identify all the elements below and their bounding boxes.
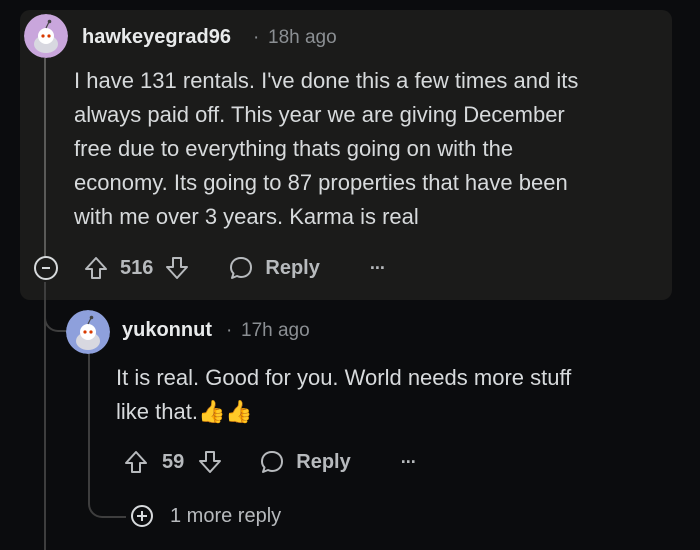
- comment-line: always paid off. This year we are giving…: [74, 102, 565, 127]
- comment-line: I have 131 rentals. I've done this a few…: [74, 68, 579, 93]
- reply-body: It is real. Good for you. World needs mo…: [116, 361, 571, 429]
- thread-line-main[interactable]: [44, 58, 46, 258]
- more-options-button[interactable]: ···: [370, 258, 386, 279]
- comment-line: like that.: [116, 399, 198, 424]
- comment-line: economy. Its going to 87 properties that…: [74, 170, 568, 195]
- speech-bubble-icon: [230, 257, 253, 279]
- downvote-icon[interactable]: [196, 448, 224, 476]
- snoo-avatar-icon: [24, 14, 68, 58]
- separator: ·: [226, 320, 233, 341]
- more-replies-label: 1 more reply: [170, 504, 282, 527]
- reply-label: Reply: [296, 450, 351, 473]
- comment-line-with-emoji: like that.👍👍: [116, 395, 571, 429]
- timestamp[interactable]: 18h ago: [268, 27, 337, 49]
- reply-label: Reply: [265, 256, 320, 279]
- vote-score: 59: [162, 450, 185, 473]
- upvote-icon[interactable]: [122, 448, 150, 476]
- thread-branch-more: [88, 488, 126, 518]
- comment-line: free due to everything thats going on wi…: [74, 136, 514, 161]
- comment-line: with me over 3 years. Karma is real: [74, 204, 419, 229]
- plus-circle-icon: [131, 505, 153, 527]
- avatar[interactable]: [66, 310, 110, 354]
- speech-bubble-icon: [261, 451, 284, 473]
- avatar[interactable]: [24, 14, 68, 58]
- minus-icon: [42, 267, 50, 269]
- reply-button[interactable]: Reply: [258, 448, 351, 476]
- comment-actions: 516 Reply ···: [82, 254, 386, 282]
- username[interactable]: hawkeyegrad96: [82, 26, 231, 49]
- separator: ·: [253, 27, 260, 48]
- more-replies-button[interactable]: 1 more reply: [130, 504, 281, 528]
- comment-body: I have 131 rentals. I've done this a few…: [74, 64, 578, 234]
- upvote-icon[interactable]: [82, 254, 110, 282]
- reply-actions: 59 Reply ···: [122, 448, 417, 476]
- username[interactable]: yukonnut: [122, 319, 212, 342]
- thread-line-reply: [88, 350, 90, 500]
- comment-line: It is real. Good for you. World needs mo…: [116, 365, 572, 390]
- more-options-button[interactable]: ···: [401, 452, 417, 473]
- downvote-icon[interactable]: [163, 254, 191, 282]
- timestamp[interactable]: 17h ago: [241, 320, 310, 342]
- snoo-avatar-icon: [66, 310, 110, 354]
- thumbs-up-emoji: 👍👍: [197, 399, 253, 424]
- vote-score: 516: [120, 256, 154, 279]
- collapse-button[interactable]: [34, 256, 58, 280]
- reply-button[interactable]: Reply: [227, 254, 320, 282]
